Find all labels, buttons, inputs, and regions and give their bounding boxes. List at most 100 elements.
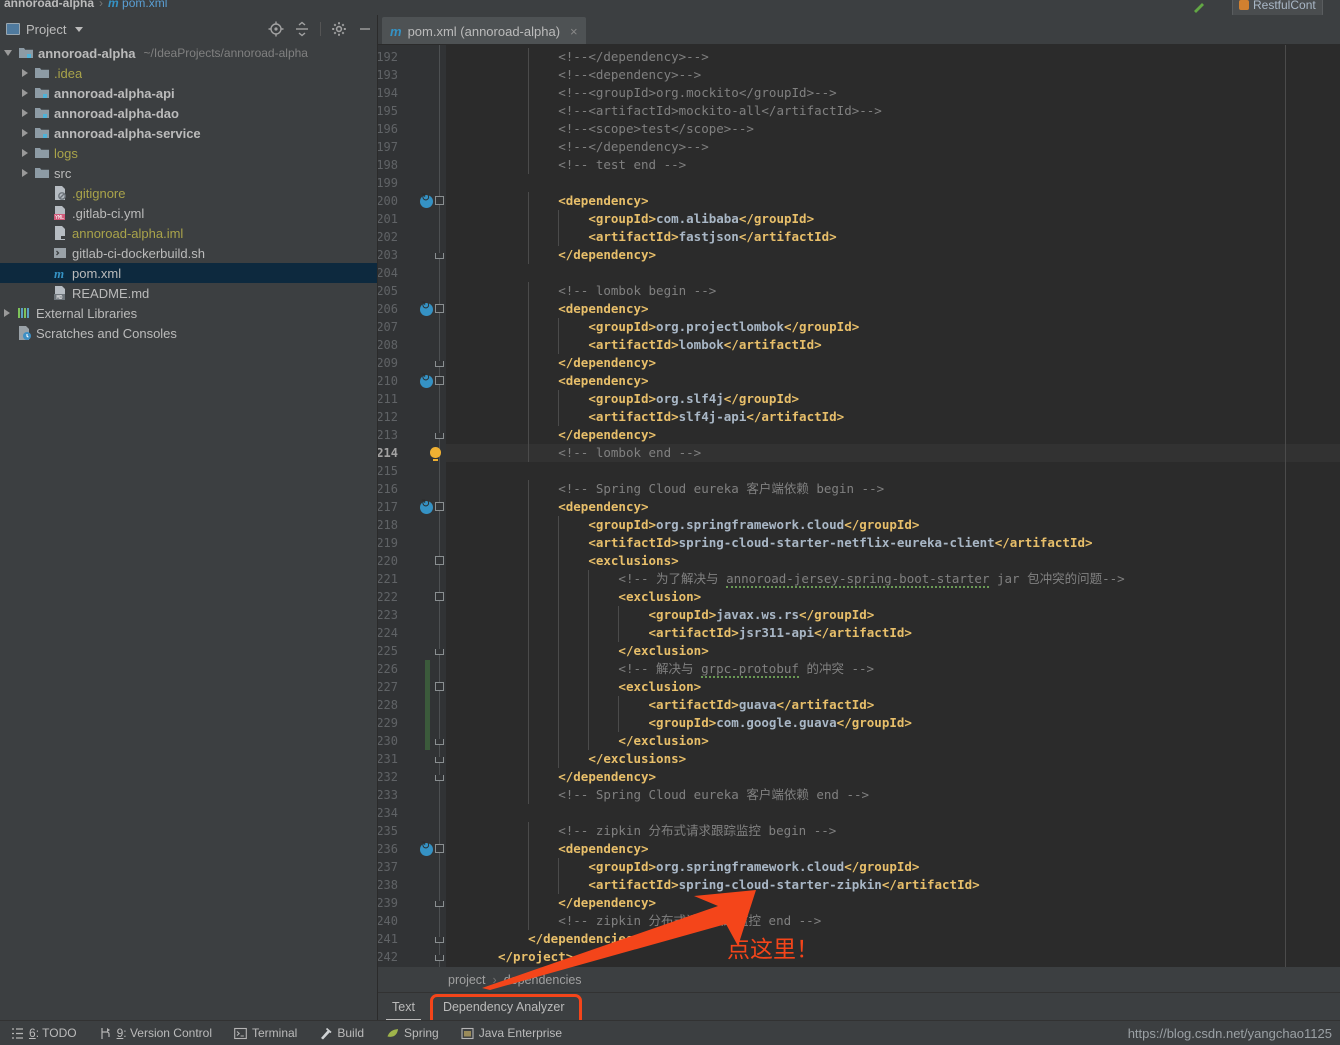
code-line[interactable]: <artifactId>lombok</artifactId> [498, 336, 821, 354]
code-line[interactable]: <artifactId>guava</artifactId> [498, 696, 875, 714]
code-line[interactable]: <exclusion> [498, 588, 701, 606]
project-tree[interactable]: annoroad-alpha ~/IdeaProjects/annoroad-al… [0, 43, 377, 1020]
code-line[interactable]: <artifactId>jsr311-api</artifactId> [498, 624, 912, 642]
code-line[interactable]: <dependency> [498, 498, 648, 516]
code-line[interactable]: <artifactId>slf4j-api</artifactId> [498, 408, 844, 426]
locate-icon[interactable] [268, 21, 284, 37]
tree-item-readme-md[interactable]: MD README.md [0, 283, 377, 303]
fold-collapse-icon[interactable] [435, 844, 444, 853]
fold-end-icon[interactable] [435, 739, 444, 745]
code-line[interactable]: <artifactId>spring-cloud-starter-zipkin<… [498, 876, 979, 894]
fold-collapse-icon[interactable] [435, 682, 444, 691]
close-icon[interactable]: × [570, 24, 578, 39]
code-line[interactable]: <!-- zipkin 分布式请求跟踪监控 end --> [498, 912, 821, 930]
code-line[interactable]: <!--</dependency>--> [498, 138, 709, 156]
code-line[interactable]: <groupId>com.alibaba</groupId> [498, 210, 814, 228]
code-line[interactable]: <artifactId>spring-cloud-starter-netflix… [498, 534, 1092, 552]
tree-item-external-libraries[interactable]: External Libraries [0, 303, 377, 323]
code-line[interactable]: <artifactId>fastjson</artifactId> [498, 228, 836, 246]
code-line[interactable]: <!--</dependency>--> [498, 48, 709, 66]
maven-download-dependency-icon[interactable] [420, 300, 433, 316]
fold-end-icon[interactable] [435, 955, 444, 961]
code-line[interactable]: <dependency> [498, 300, 648, 318]
maven-download-dependency-icon[interactable] [420, 840, 433, 856]
chevron-right-icon[interactable] [22, 169, 28, 177]
fold-collapse-icon[interactable] [435, 502, 444, 511]
maven-download-dependency-icon[interactable] [420, 192, 433, 208]
code-line[interactable]: <dependency> [498, 840, 648, 858]
tab-dependency-analyzer[interactable]: Dependency Analyzer [429, 993, 579, 1021]
fold-collapse-icon[interactable] [435, 592, 444, 601]
fold-collapse-icon[interactable] [435, 556, 444, 565]
code-line[interactable]: <!-- test end --> [498, 156, 686, 174]
tab-text[interactable]: Text [378, 993, 429, 1021]
editor-tab-pom-xml[interactable]: m pom.xml (annoroad-alpha) × [382, 17, 586, 44]
code-line[interactable]: <!--<artifactId>mockito-all</artifactId>… [498, 102, 882, 120]
code-line[interactable]: </dependency> [498, 768, 656, 786]
status-item-java-enterprise[interactable]: Java Enterprise [450, 1026, 573, 1040]
tree-item-gitlab-ci-dockerbuild-sh[interactable]: gitlab-ci-dockerbuild.sh [0, 243, 377, 263]
collapse-all-icon[interactable] [294, 21, 310, 37]
chevron-right-icon[interactable] [22, 109, 28, 117]
code-line[interactable]: <!-- 为了解决与 annoroad-jersey-spring-boot-s… [498, 570, 1125, 588]
code-line[interactable]: <groupId>org.springframework.cloud</grou… [498, 516, 919, 534]
tree-item-annoroad-alpha[interactable]: annoroad-alpha ~/IdeaProjects/annoroad-al… [0, 43, 377, 63]
code-line[interactable]: <groupId>org.springframework.cloud</grou… [498, 858, 919, 876]
code-line[interactable]: </exclusion> [498, 642, 708, 660]
breadcrumb-project[interactable]: annoroad-alpha [4, 0, 94, 10]
tree-item-gitlab-ci-yml[interactable]: YML .gitlab-ci.yml [0, 203, 377, 223]
tree-item-annoroad-alpha-iml[interactable]: annoroad-alpha.iml [0, 223, 377, 243]
tree-item-scratches-and-consoles[interactable]: Scratches and Consoles [0, 323, 377, 343]
code-line[interactable]: </dependency> [498, 894, 656, 912]
fold-end-icon[interactable] [435, 901, 444, 907]
status-item-version-control[interactable]: 9: Version Control [88, 1026, 223, 1040]
code-line[interactable]: </dependency> [498, 426, 656, 444]
code-line[interactable]: </project> [498, 948, 573, 966]
status-item-build[interactable]: Build [308, 1026, 375, 1040]
code-line[interactable]: <groupId>com.google.guava</groupId> [498, 714, 912, 732]
code-line[interactable]: </dependency> [498, 246, 656, 264]
maven-download-dependency-icon[interactable] [420, 498, 433, 514]
code-line[interactable]: </dependencies> [498, 930, 641, 948]
code-line[interactable]: </dependency> [498, 354, 656, 372]
tree-item-gitignore[interactable]: .gitignore [0, 183, 377, 203]
chevron-right-icon[interactable] [22, 89, 28, 97]
code-line[interactable]: <dependency> [498, 372, 648, 390]
code-line[interactable]: </exclusions> [498, 750, 686, 768]
status-item-todo[interactable]: 6: TODO [0, 1026, 88, 1040]
code-line[interactable]: <!--<groupId>org.mockito</groupId>--> [498, 84, 836, 102]
code-editor[interactable]: 192 193 194 195 196 197 198 199 200 201 202 203 204 2… [378, 45, 1340, 967]
breadcrumb-crumb-project[interactable]: project [448, 973, 486, 987]
chevron-right-icon[interactable] [22, 69, 28, 77]
code-line[interactable]: <groupId>org.projectlombok</groupId> [498, 318, 859, 336]
chevron-right-icon[interactable] [22, 129, 28, 137]
status-item-terminal[interactable]: Terminal [223, 1026, 308, 1040]
tree-item-annoroad-alpha-api[interactable]: annoroad-alpha-api [0, 83, 377, 103]
tree-item-src[interactable]: src [0, 163, 377, 183]
chevron-right-icon[interactable] [22, 149, 28, 157]
build-hammer-icon[interactable] [1192, 1, 1208, 13]
restful-controller-button[interactable]: RestfulCont [1232, 0, 1323, 15]
code-line[interactable]: <dependency> [498, 192, 648, 210]
code-line[interactable]: </exclusion> [498, 732, 708, 750]
code-line[interactable]: <!--<scope>test</scope>--> [498, 120, 754, 138]
fold-collapse-icon[interactable] [435, 196, 444, 205]
fold-end-icon[interactable] [435, 757, 444, 763]
breadcrumb-crumb-dependencies[interactable]: dependencies [504, 973, 582, 987]
fold-end-icon[interactable] [435, 649, 444, 655]
code-line[interactable]: <!-- zipkin 分布式请求跟踪监控 begin --> [498, 822, 836, 840]
code-line[interactable]: <groupId>org.slf4j</groupId> [498, 390, 799, 408]
code-line[interactable]: <!-- Spring Cloud eureka 客户端依赖 end --> [498, 786, 869, 804]
tree-item-annoroad-alpha-service[interactable]: annoroad-alpha-service [0, 123, 377, 143]
code-line[interactable]: <exclusion> [498, 678, 701, 696]
fold-collapse-icon[interactable] [435, 304, 444, 313]
tree-item-annoroad-alpha-dao[interactable]: annoroad-alpha-dao [0, 103, 377, 123]
fold-end-icon[interactable] [435, 361, 444, 367]
status-item-spring[interactable]: Spring [375, 1026, 450, 1040]
fold-end-icon[interactable] [435, 775, 444, 781]
project-title-group[interactable]: Project [6, 22, 84, 37]
chevron-down-icon[interactable] [4, 50, 12, 56]
code-line[interactable]: <!-- lombok end --> [498, 444, 701, 462]
code-line[interactable]: <!-- 解决与 grpc-protobuf 的冲突 --> [498, 660, 874, 678]
chevron-down-icon[interactable] [75, 26, 84, 32]
